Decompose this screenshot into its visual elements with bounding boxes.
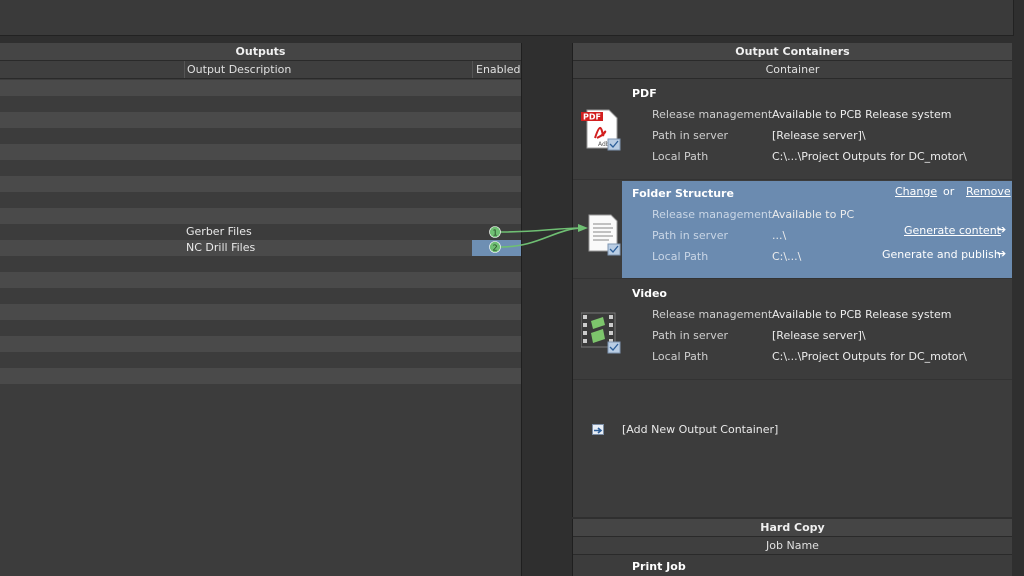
local-path-value: C:\...\Project Outputs for DC_motor\ bbox=[772, 150, 967, 163]
pdf-file-icon: PDF Adb bbox=[581, 108, 621, 152]
container-pdf[interactable]: PDF Adb PDF Release management Available… bbox=[573, 80, 1013, 180]
output-row[interactable] bbox=[0, 336, 521, 352]
local-path-label: Local Path bbox=[652, 150, 709, 163]
container-folder-structure[interactable]: Folder Structure Change or Remove Releas… bbox=[573, 181, 1013, 279]
output-row[interactable]: Gerber Files bbox=[0, 224, 521, 240]
output-containers-panel: Output Containers Container PDF Adb PDF … bbox=[572, 43, 1013, 517]
output-row[interactable] bbox=[0, 304, 521, 320]
output-row[interactable] bbox=[0, 208, 521, 224]
path-in-server-label: Path in server bbox=[652, 229, 729, 242]
column-output-description[interactable]: Output Description bbox=[184, 61, 291, 78]
output-description: NC Drill Files bbox=[186, 241, 256, 254]
svg-text:PDF: PDF bbox=[583, 113, 601, 122]
generate-and-publish-link[interactable]: Generate and publish bbox=[882, 248, 1001, 261]
path-in-server-value: ...\ bbox=[772, 229, 787, 242]
container-title: Folder Structure bbox=[632, 187, 734, 200]
container-title: PDF bbox=[632, 87, 657, 100]
release-management-value: Available to PCB Release system bbox=[772, 108, 952, 121]
arrow-right-icon: ➔ bbox=[997, 247, 1007, 260]
containers-panel-title: Output Containers bbox=[573, 43, 1012, 61]
release-management-value: Available to PC bbox=[772, 208, 855, 221]
container-video[interactable]: Video Release management Available to PC… bbox=[573, 280, 1013, 380]
release-management-value: Available to PCB Release system bbox=[772, 308, 952, 321]
arrow-right-icon: ➔ bbox=[997, 223, 1007, 236]
container-title: Video bbox=[632, 287, 667, 300]
output-description: Gerber Files bbox=[186, 225, 252, 238]
output-row[interactable] bbox=[0, 256, 521, 272]
or-text: or bbox=[943, 185, 955, 198]
hard-copy-title: Hard Copy bbox=[573, 519, 1012, 537]
release-management-label: Release management bbox=[652, 108, 773, 121]
video-file-icon bbox=[580, 311, 621, 355]
path-in-server-label: Path in server bbox=[652, 329, 729, 342]
output-row[interactable] bbox=[0, 160, 521, 176]
local-path-label: Local Path bbox=[652, 250, 709, 263]
top-banner bbox=[0, 0, 1014, 36]
output-row[interactable] bbox=[0, 288, 521, 304]
add-new-output-container[interactable]: [Add New Output Container] bbox=[622, 423, 778, 436]
path-in-server-value: [Release server]\ bbox=[772, 329, 866, 342]
output-row[interactable] bbox=[0, 272, 521, 288]
output-row[interactable] bbox=[0, 352, 521, 368]
remove-link[interactable]: Remove bbox=[966, 185, 1011, 198]
document-list-icon bbox=[581, 213, 621, 257]
outputs-panel: Outputs Output Description Enabled Gerbe… bbox=[0, 43, 522, 576]
local-path-value: C:\...\Project Outputs for DC_motor\ bbox=[772, 350, 967, 363]
output-row[interactable] bbox=[0, 368, 521, 384]
output-row[interactable] bbox=[0, 96, 521, 112]
path-in-server-label: Path in server bbox=[652, 129, 729, 142]
output-row[interactable] bbox=[0, 192, 521, 208]
enabled-cell-selected[interactable] bbox=[472, 240, 521, 256]
print-job-title[interactable]: Print Job bbox=[632, 560, 686, 573]
change-link[interactable]: Change bbox=[895, 185, 937, 198]
hard-copy-column-header: Job Name bbox=[573, 537, 1012, 555]
output-row[interactable]: NC Drill Files bbox=[0, 240, 521, 256]
output-row[interactable] bbox=[0, 128, 521, 144]
output-row[interactable] bbox=[0, 176, 521, 192]
outputs-panel-title: Outputs bbox=[0, 43, 521, 61]
output-row[interactable] bbox=[0, 384, 521, 400]
column-container[interactable]: Container bbox=[766, 63, 820, 76]
splitter[interactable] bbox=[523, 43, 572, 576]
local-path-label: Local Path bbox=[652, 350, 709, 363]
right-margin bbox=[1012, 43, 1024, 576]
add-container-row[interactable]: [Add New Output Container] bbox=[573, 381, 1013, 481]
add-container-icon bbox=[592, 424, 604, 435]
output-row[interactable] bbox=[0, 112, 521, 128]
column-enabled[interactable]: Enabled bbox=[472, 61, 520, 78]
output-row[interactable] bbox=[0, 320, 521, 336]
path-in-server-value: [Release server]\ bbox=[772, 129, 866, 142]
release-management-label: Release management bbox=[652, 308, 773, 321]
containers-column-header: Container bbox=[573, 61, 1012, 79]
release-management-label: Release management bbox=[652, 208, 773, 221]
hard-copy-panel: Hard Copy Job Name Print Job bbox=[572, 519, 1012, 576]
local-path-value: C:\...\ bbox=[772, 250, 802, 263]
outputs-column-header: Output Description Enabled bbox=[0, 61, 521, 79]
column-job-name[interactable]: Job Name bbox=[766, 539, 819, 552]
output-row[interactable] bbox=[0, 80, 521, 96]
generate-content-link[interactable]: Generate content bbox=[904, 224, 1001, 237]
output-row[interactable] bbox=[0, 144, 521, 160]
